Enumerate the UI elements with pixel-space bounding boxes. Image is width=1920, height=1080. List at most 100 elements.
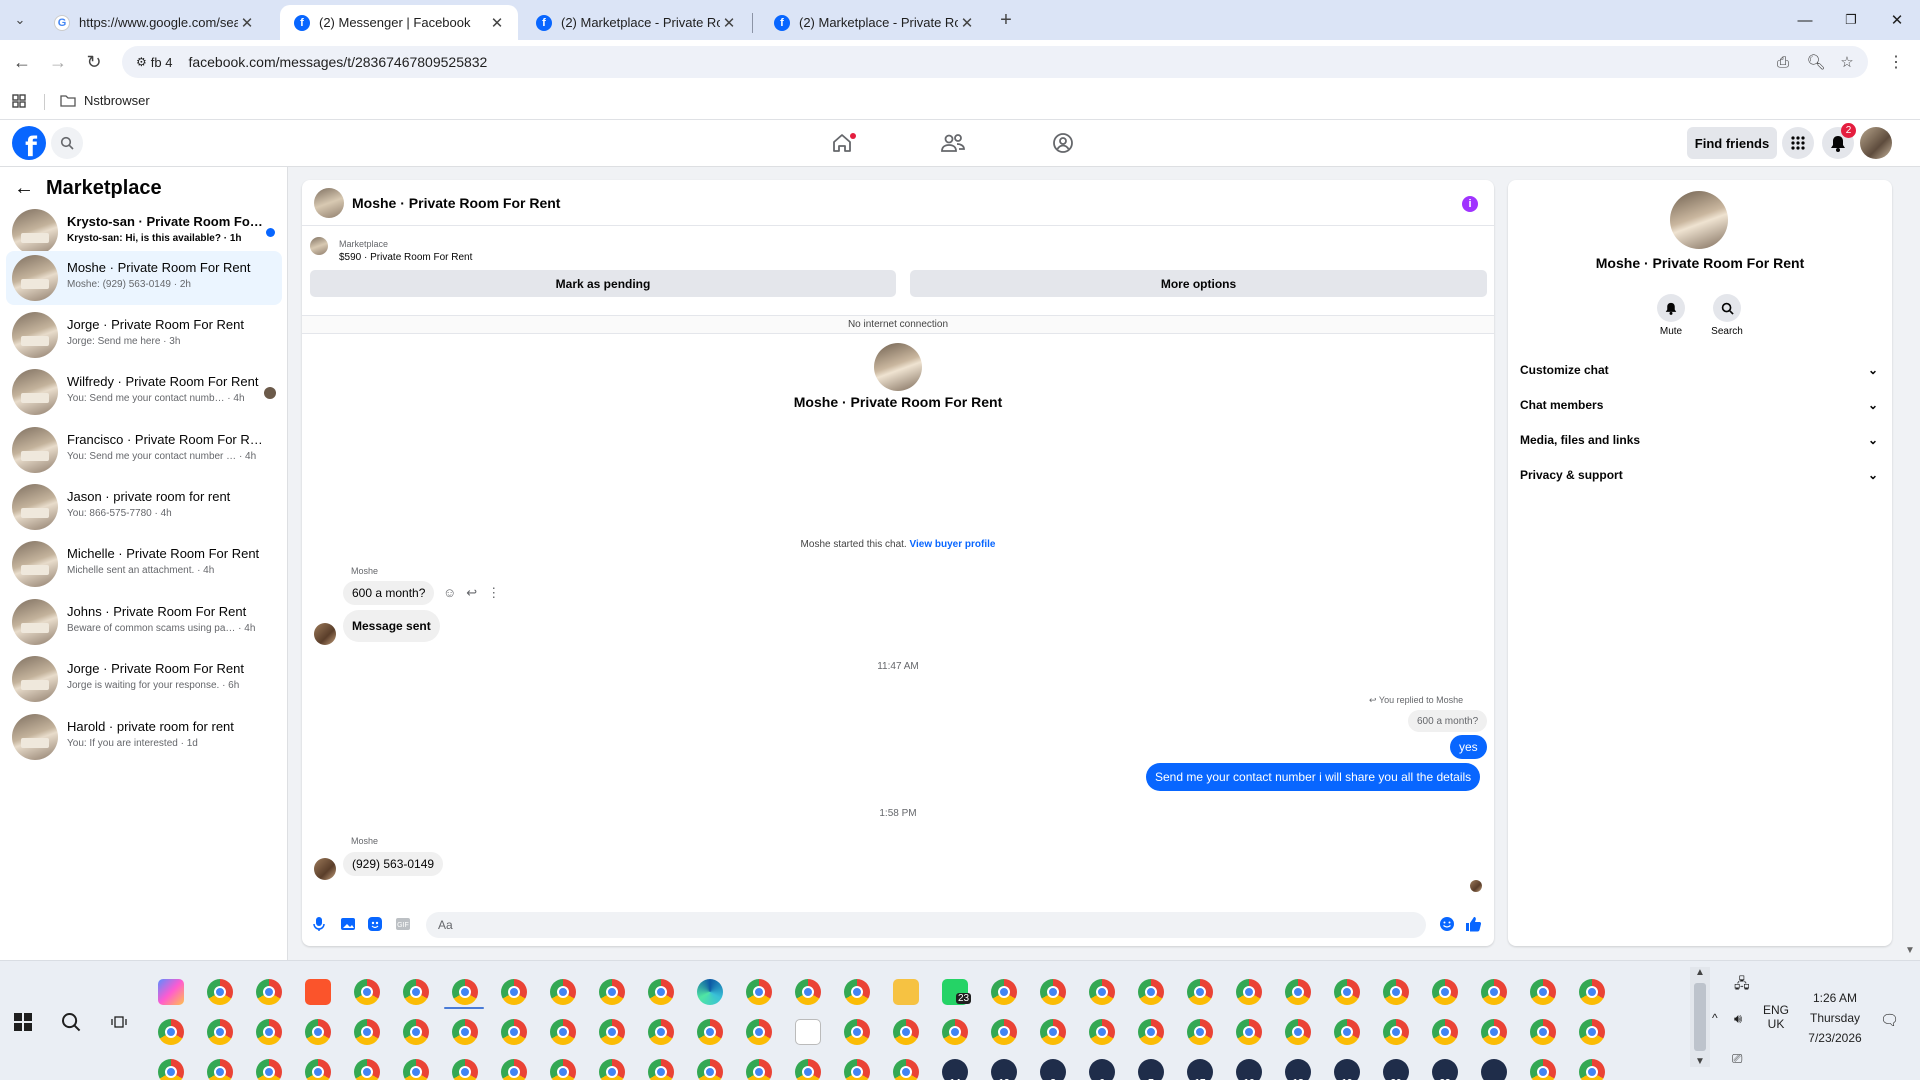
chrome-icon[interactable] <box>452 1019 478 1045</box>
conversation-item[interactable]: Michelle · Private Room For Rent Michelle… <box>6 537 282 591</box>
show-hidden-icons-chevron-icon[interactable]: ^ <box>1712 1011 1718 1025</box>
chrome-icon[interactable] <box>550 979 576 1005</box>
quoted-message[interactable]: 600 a month? <box>1408 710 1488 732</box>
sender-avatar[interactable] <box>314 623 336 645</box>
chat-members-section[interactable]: Chat members ⌄ <box>1520 395 1878 415</box>
scroll-thumb[interactable] <box>1694 983 1706 1051</box>
chrome-icon[interactable] <box>1481 1019 1507 1045</box>
chrome-icon[interactable] <box>844 979 870 1005</box>
chat-header-avatar[interactable] <box>314 188 344 218</box>
bookmark-star-icon[interactable]: ☆ <box>1836 52 1858 72</box>
conversation-item[interactable]: Jorge · Private Room For Rent Jorge: Send… <box>6 308 282 362</box>
chrome-icon[interactable] <box>305 1019 331 1045</box>
chrome-icon[interactable] <box>354 979 380 1005</box>
brave-browser-icon[interactable] <box>305 979 331 1005</box>
chrome-icon[interactable] <box>1138 1019 1164 1045</box>
conversation-item[interactable]: Wilfredy · Private Room For Rent You: Sen… <box>6 365 282 419</box>
back-arrow-icon[interactable]: ← <box>14 177 34 200</box>
scroll-down-arrow-icon[interactable]: ▼ <box>1695 1056 1705 1067</box>
close-tab-icon[interactable]: ✕ <box>238 14 256 32</box>
back-arrow-icon[interactable]: ← <box>8 49 36 75</box>
chrome-icon[interactable] <box>550 1059 576 1080</box>
game-app-icon[interactable]: 14 <box>942 1059 968 1080</box>
chrome-icon[interactable] <box>354 1059 380 1080</box>
contact-avatar-large[interactable] <box>874 343 922 391</box>
tab-marketplace-1[interactable]: f (2) Marketplace - Private Room ✕ <box>522 5 750 40</box>
privacy-support-section[interactable]: Privacy & support ⌄ <box>1520 465 1878 485</box>
chrome-icon[interactable] <box>746 1059 772 1080</box>
chrome-icon[interactable] <box>501 979 527 1005</box>
zoom-icon[interactable]: 🔍︎ <box>1805 52 1827 72</box>
chrome-icon[interactable] <box>942 1019 968 1045</box>
minimize-window-icon[interactable]: — <box>1782 6 1828 34</box>
chrome-icon[interactable] <box>648 1019 674 1045</box>
chrome-icon[interactable] <box>795 979 821 1005</box>
chrome-icon[interactable] <box>452 979 478 1005</box>
chat-header-title[interactable]: Moshe · Private Room For Rent <box>352 195 560 211</box>
chrome-icon[interactable] <box>403 1019 429 1045</box>
chrome-icon[interactable] <box>1579 1019 1605 1045</box>
details-avatar[interactable] <box>1670 191 1728 249</box>
gif-icon[interactable]: GIF <box>394 915 412 933</box>
page-scrollbar[interactable]: ▼ <box>1900 167 1920 960</box>
install-app-icon[interactable]: ⎙ <box>1772 52 1794 72</box>
chrome-icon[interactable] <box>599 979 625 1005</box>
taskbar-search-icon[interactable] <box>60 1011 82 1033</box>
chrome-icon[interactable] <box>893 1019 919 1045</box>
chrome-icon[interactable] <box>1432 979 1458 1005</box>
chrome-icon[interactable] <box>1089 1019 1115 1045</box>
chrome-icon[interactable] <box>746 979 772 1005</box>
more-actions-icon[interactable]: ⋮ <box>487 585 500 601</box>
notification-center-icon[interactable]: 🗨︎ <box>1880 1011 1899 1029</box>
react-emoji-icon[interactable]: ☺ <box>443 585 456 601</box>
chrome-icon[interactable] <box>550 1019 576 1045</box>
apps-grid-icon[interactable] <box>12 94 26 111</box>
outgoing-message[interactable]: yes <box>1450 735 1487 759</box>
chrome-icon[interactable] <box>697 1019 723 1045</box>
task-view-icon[interactable] <box>108 1011 130 1033</box>
chrome-icon[interactable] <box>1530 979 1556 1005</box>
chrome-icon[interactable] <box>746 1019 772 1045</box>
chrome-icon[interactable] <box>403 1059 429 1080</box>
chrome-icon[interactable] <box>256 979 282 1005</box>
scroll-down-arrow-icon[interactable]: ▼ <box>1905 945 1915 956</box>
chrome-icon[interactable] <box>648 979 674 1005</box>
game-app-icon[interactable]: 20 <box>1383 1059 1409 1080</box>
bookmark-folder-nstbrowser[interactable]: Nstbrowser <box>60 93 150 108</box>
conversation-info-icon[interactable]: i <box>1462 196 1478 212</box>
game-app-icon[interactable]: 23 <box>1432 1059 1458 1080</box>
close-tab-icon[interactable]: ✕ <box>720 14 738 32</box>
chrome-icon[interactable] <box>991 979 1017 1005</box>
photo-icon[interactable] <box>339 915 357 933</box>
chrome-icon[interactable] <box>1187 979 1213 1005</box>
friends-icon[interactable] <box>933 125 973 161</box>
copilot-icon[interactable] <box>158 979 184 1005</box>
chrome-icon[interactable] <box>1236 979 1262 1005</box>
chrome-icon[interactable] <box>1040 979 1066 1005</box>
input-language-indicator[interactable]: ENG UK <box>1760 1003 1792 1031</box>
conversation-item[interactable]: Johns · Private Room For Rent Beware of c… <box>6 595 282 649</box>
chrome-icon[interactable] <box>991 1019 1017 1045</box>
chrome-icon[interactable] <box>599 1059 625 1080</box>
restore-window-icon[interactable]: ❐ <box>1828 6 1874 34</box>
mute-bell-icon[interactable] <box>1657 294 1685 322</box>
chrome-icon[interactable] <box>1530 1019 1556 1045</box>
media-files-links-section[interactable]: Media, files and links ⌄ <box>1520 430 1878 450</box>
microphone-icon[interactable] <box>310 915 328 933</box>
chrome-icon[interactable] <box>1285 1019 1311 1045</box>
find-friends-button[interactable]: Find friends <box>1687 127 1777 159</box>
file-explorer-icon[interactable] <box>893 979 919 1005</box>
more-options-button[interactable]: More options <box>910 270 1487 297</box>
customize-chat-section[interactable]: Customize chat ⌄ <box>1520 360 1878 380</box>
chrome-icon[interactable] <box>1481 979 1507 1005</box>
tab-marketplace-2[interactable]: f (2) Marketplace - Private Room ✕ <box>760 5 988 40</box>
conversation-item[interactable]: Francisco · Private Room For Rent You: Se… <box>6 423 282 477</box>
chrome-icon[interactable] <box>354 1019 380 1045</box>
clock[interactable]: 1:26 AM Thursday 7/23/2026 <box>1800 991 1870 1045</box>
game-app-icon[interactable]: 7 <box>1138 1059 1164 1080</box>
chrome-icon[interactable] <box>1334 979 1360 1005</box>
game-app-icon[interactable]: 18 <box>1285 1059 1311 1080</box>
chrome-icon[interactable] <box>501 1059 527 1080</box>
windows-start-icon[interactable] <box>12 1011 34 1033</box>
listing-thumbnail[interactable] <box>310 237 328 255</box>
